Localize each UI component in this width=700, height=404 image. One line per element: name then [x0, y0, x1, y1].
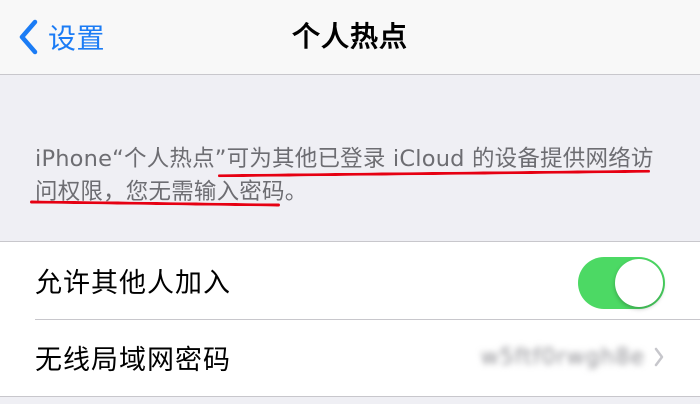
- allow-others-label: 允许其他人加入: [35, 268, 231, 299]
- settings-group: 允许其他人加入 无线局域网密码 w5ftf0rwgh8e: [0, 241, 700, 397]
- wifi-password-value: w5ftf0rwgh8e: [480, 345, 645, 370]
- toggle-knob: [615, 259, 663, 307]
- chevron-right-icon: [654, 347, 664, 367]
- allow-others-row: 允许其他人加入: [0, 242, 700, 319]
- navigation-bar: 设置 个人热点: [0, 0, 700, 75]
- page-title: 个人热点: [291, 20, 408, 53]
- wifi-password-row[interactable]: 无线局域网密码 w5ftf0rwgh8e: [0, 319, 700, 396]
- hotspot-description: iPhone“个人热点”可为其他已登录 iCloud 的设备提供网络访问权限，您…: [35, 146, 654, 205]
- wifi-password-label: 无线局域网密码: [35, 345, 231, 376]
- allow-others-toggle[interactable]: [578, 257, 665, 309]
